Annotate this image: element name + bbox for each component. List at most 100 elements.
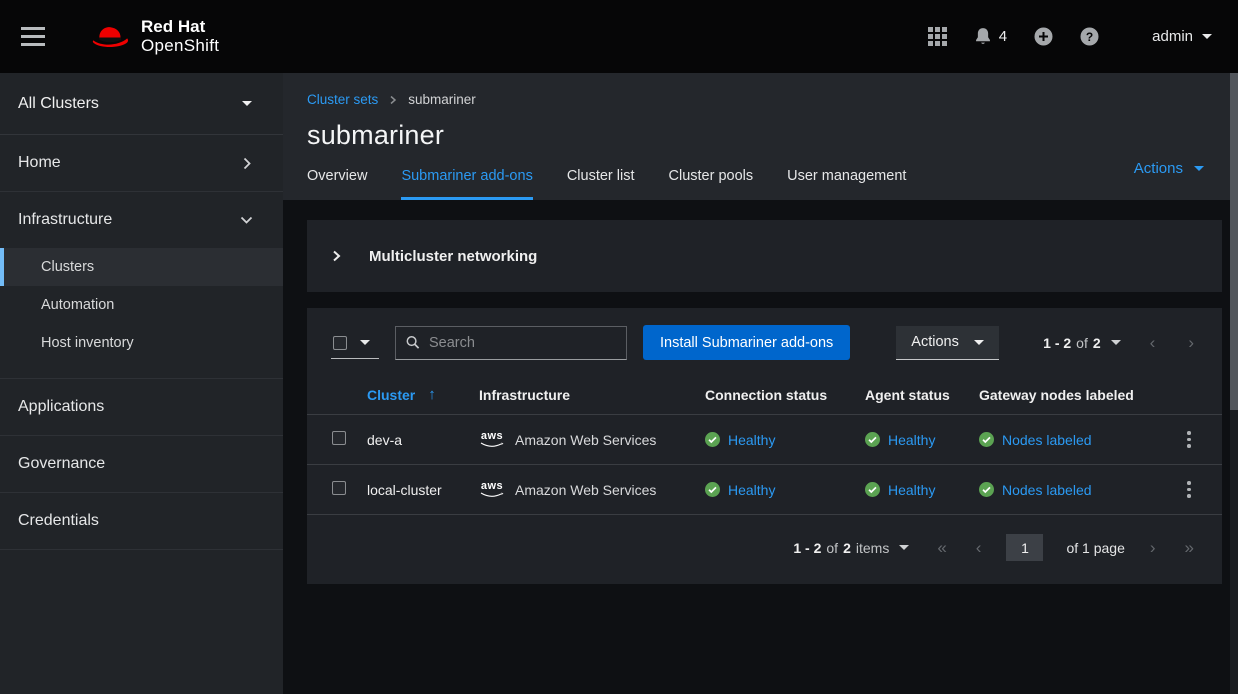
svg-text:?: ?	[1086, 30, 1093, 44]
aws-icon: aws	[479, 431, 505, 448]
status-healthy-icon	[979, 432, 994, 447]
user-menu-button[interactable]: admin	[1152, 28, 1212, 45]
page-count-label: of 1 page	[1066, 540, 1124, 556]
aws-icon: aws	[479, 481, 505, 498]
cluster-context-switcher[interactable]: All Clusters	[0, 73, 283, 135]
bottom-pagination: 1 - 2 of 2 items « ‹ of 1 page › »	[307, 515, 1222, 584]
cluster-name: local-cluster	[359, 482, 471, 498]
last-page-button[interactable]: »	[1181, 537, 1198, 558]
caret-down-icon	[899, 545, 909, 550]
notifications-button[interactable]: 4	[974, 27, 1007, 46]
gateway-nodes-link[interactable]: Nodes labeled	[979, 482, 1156, 498]
sidebar-item-automation[interactable]: Automation	[0, 286, 283, 324]
toolbar-actions-dropdown[interactable]: Actions	[896, 326, 999, 360]
tab-overview[interactable]: Overview	[307, 168, 367, 200]
sidebar-item-credentials[interactable]: Credentials	[0, 493, 283, 549]
sidebar-item-clusters[interactable]: Clusters	[0, 248, 283, 286]
tab-bar: Overview Submariner add-ons Cluster list…	[307, 168, 1214, 200]
page-header: Cluster sets submariner submariner Actio…	[283, 73, 1238, 200]
bulk-select-checkbox[interactable]	[333, 336, 347, 350]
column-header-gateway-nodes: Gateway nodes labeled	[971, 387, 1156, 403]
infrastructure-label: Amazon Web Services	[515, 432, 656, 448]
pagination-menu-toggle[interactable]: 1 - 2 of 2	[1043, 335, 1121, 351]
sidebar: All Clusters Home Infrastructure Cluster…	[0, 73, 283, 694]
sidebar-item-applications[interactable]: Applications	[0, 379, 283, 435]
status-healthy-icon	[705, 482, 720, 497]
caret-down-icon	[1111, 340, 1121, 345]
app-launcher-icon	[928, 27, 947, 46]
agent-status-link[interactable]: Healthy	[865, 482, 971, 498]
tab-submariner-add-ons[interactable]: Submariner add-ons	[401, 168, 532, 200]
search-icon	[406, 335, 420, 350]
hamburger-icon	[21, 27, 45, 30]
table-header-row: Cluster ↑ Infrastructure Connection stat…	[307, 375, 1222, 415]
column-header-infrastructure: Infrastructure	[471, 387, 697, 403]
status-healthy-icon	[705, 432, 720, 447]
prev-page-button[interactable]: ‹	[1146, 332, 1160, 353]
status-healthy-icon	[979, 482, 994, 497]
status-healthy-icon	[865, 432, 880, 447]
submariner-table-card: Install Submariner add-ons Actions 1 - 2…	[307, 308, 1222, 584]
pagination-items-toggle[interactable]: 1 - 2 of 2 items	[793, 540, 909, 556]
connection-status-link[interactable]: Healthy	[705, 432, 857, 448]
caret-down-icon	[974, 340, 984, 345]
row-checkbox[interactable]	[332, 431, 346, 445]
tab-cluster-list[interactable]: Cluster list	[567, 168, 635, 200]
table-toolbar: Install Submariner add-ons Actions 1 - 2…	[307, 308, 1222, 375]
chevron-down-icon	[1202, 34, 1212, 39]
infrastructure-submenu: Clusters Automation Host inventory	[0, 248, 283, 378]
chevron-right-icon	[241, 157, 253, 170]
create-button[interactable]	[1034, 27, 1053, 46]
current-page-input[interactable]	[1006, 534, 1043, 561]
table-row: local-cluster aws Amazon Web Services	[307, 465, 1222, 515]
sort-ascending-icon: ↑	[428, 386, 436, 403]
search-box	[395, 326, 627, 360]
chevron-down-icon	[240, 214, 253, 226]
status-healthy-icon	[865, 482, 880, 497]
multicluster-networking-expandable[interactable]: Multicluster networking	[307, 220, 1222, 292]
column-header-connection-status: Connection status	[697, 387, 857, 403]
nav-toggle-button[interactable]	[17, 21, 49, 52]
expandable-card-title: Multicluster networking	[369, 248, 537, 265]
breadcrumb: Cluster sets submariner	[307, 92, 1214, 107]
masthead: Red Hat OpenShift 4	[0, 0, 1238, 73]
page-actions-dropdown[interactable]: Actions	[1134, 160, 1204, 177]
caret-down-icon	[360, 340, 370, 345]
next-page-button[interactable]: ›	[1184, 332, 1198, 353]
first-page-button[interactable]: «	[933, 537, 950, 558]
bulk-select-dropdown[interactable]	[331, 327, 379, 359]
infrastructure-label: Amazon Web Services	[515, 482, 656, 498]
install-submariner-button[interactable]: Install Submariner add-ons	[643, 325, 850, 360]
tab-cluster-pools[interactable]: Cluster pools	[669, 168, 754, 200]
agent-status-link[interactable]: Healthy	[865, 432, 971, 448]
gateway-nodes-link[interactable]: Nodes labeled	[979, 432, 1156, 448]
prev-page-button[interactable]: ‹	[972, 537, 986, 558]
breadcrumb-separator-icon	[389, 95, 397, 105]
column-header-cluster[interactable]: Cluster ↑	[359, 386, 471, 403]
breadcrumb-cluster-sets-link[interactable]: Cluster sets	[307, 92, 378, 107]
connection-status-link[interactable]: Healthy	[705, 482, 857, 498]
context-switcher-label: All Clusters	[18, 95, 99, 113]
sidebar-item-host-inventory[interactable]: Host inventory	[0, 324, 283, 362]
sidebar-item-infrastructure[interactable]: Infrastructure	[0, 192, 283, 248]
search-input[interactable]	[429, 335, 616, 351]
table-row: dev-a aws Amazon Web Services Health	[307, 415, 1222, 465]
column-header-agent-status: Agent status	[857, 387, 971, 403]
page-title: submariner	[307, 120, 1214, 151]
plus-circle-icon	[1034, 27, 1053, 46]
tab-user-management[interactable]: User management	[787, 168, 906, 200]
sidebar-item-governance[interactable]: Governance	[0, 436, 283, 492]
row-checkbox[interactable]	[332, 481, 346, 495]
sidebar-item-home[interactable]: Home	[0, 135, 283, 191]
expand-chevron-icon	[331, 249, 342, 263]
row-kebab-menu[interactable]	[1181, 425, 1197, 454]
scrollbar-thumb[interactable]	[1230, 73, 1238, 410]
row-kebab-menu[interactable]	[1181, 475, 1197, 504]
notification-count: 4	[999, 28, 1007, 45]
breadcrumb-current: submariner	[408, 92, 476, 107]
next-page-button[interactable]: ›	[1146, 537, 1160, 558]
help-button[interactable]: ?	[1080, 27, 1099, 46]
app-launcher-button[interactable]	[928, 27, 947, 46]
caret-down-icon	[1194, 166, 1204, 171]
brand-line1: Red Hat	[141, 18, 219, 36]
